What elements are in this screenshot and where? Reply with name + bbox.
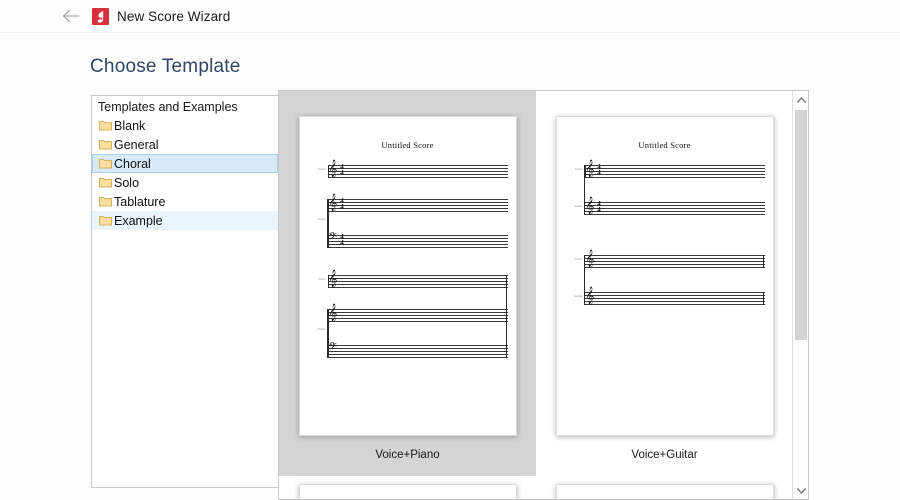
piano-brace <box>326 309 329 358</box>
tree-item-general[interactable]: General <box>92 135 278 154</box>
score-page: Untitled Score 𝄞 44 Voice 𝄞 4 4 Guitar 𝄞… <box>555 116 774 436</box>
staff-piano-bass: 𝄢 44 <box>327 231 508 248</box>
treble-clef-icon: 𝄞 <box>585 249 595 267</box>
folder-icon <box>99 215 112 226</box>
score-title: Untitled Score <box>638 140 691 150</box>
system-start-barline <box>583 165 585 215</box>
score-system: 𝄞 44 Voice 𝄞 44 Piano 𝄢 4 4 <box>300 161 516 255</box>
treble-clef-icon: 𝄞 <box>328 269 338 287</box>
folder-icon <box>99 158 112 169</box>
tree-header: Templates and Examples <box>98 100 238 114</box>
musescore-logo-icon <box>92 7 109 25</box>
staff-guitar: 𝄞 44 Guitar <box>574 198 765 215</box>
score-thumbnail: Untitled Score 𝄞 44 Voice 𝄞 4 4 Guitar 𝄞… <box>555 116 774 436</box>
treble-clef-icon: 𝄞 <box>585 196 595 214</box>
treble-clef-icon: 𝄞 <box>328 159 338 177</box>
score-page <box>298 484 517 499</box>
tree-item-label: Tablature <box>114 194 166 209</box>
chevron-down-icon[interactable] <box>793 482 808 499</box>
staff-piano-treble: 𝄞 Piano <box>318 305 508 331</box>
instrument-label: Piano <box>317 217 326 221</box>
tree-item-blank[interactable]: Blank <box>92 116 278 135</box>
score-system: 𝄞 44 Voice 𝄞 44 Guitar <box>557 161 773 220</box>
tree-item-choral[interactable]: Choral <box>92 154 278 173</box>
chevron-up-icon[interactable] <box>793 91 808 108</box>
score-title: Untitled Score <box>381 140 434 150</box>
bass-clef-icon: 𝄢 <box>328 341 337 356</box>
instrument-label: Voice <box>317 167 326 171</box>
tree-item-example[interactable]: Example <box>92 211 278 230</box>
back-arrow-icon[interactable] <box>60 5 82 27</box>
tree-item-tablature[interactable]: Tablature <box>92 192 278 211</box>
tree-item-label: General <box>114 137 159 152</box>
treble-clef-icon: 𝄞 <box>585 286 595 304</box>
time-signature: 44 <box>340 163 344 177</box>
system-end-barline <box>505 275 507 358</box>
template-tile-caption: Voice+Piano <box>375 449 440 461</box>
instrument-label: Voice <box>317 277 326 281</box>
score-system: 𝄞 Voice 𝄞 Guitar <box>557 251 773 310</box>
treble-clef-icon: 𝄞 <box>328 193 338 211</box>
staff-guitar: 𝄞 Guitar <box>574 288 765 305</box>
staff-piano-treble: 𝄞 44 Piano <box>318 195 508 221</box>
time-signature: 44 <box>597 163 601 177</box>
score-thumbnail: Untitled Score 𝄞 44 Voice 𝄞 4 4 Piano 𝄢 … <box>298 116 517 436</box>
instrument-label: Piano <box>317 327 326 331</box>
folder-icon <box>99 177 112 188</box>
template-grid: Untitled Score 𝄞 44 Voice 𝄞 4 4 Piano 𝄢 … <box>279 91 793 499</box>
score-page: Untitled Score 𝄞 44 Voice 𝄞 4 4 Piano 𝄢 … <box>298 116 517 436</box>
staff-voice: 𝄞 44 Voice <box>318 161 508 178</box>
instrument-label: Voice <box>574 257 583 261</box>
page-title: Choose Template <box>90 56 241 77</box>
template-tile-next-row[interactable] <box>279 484 536 499</box>
treble-clef-icon: 𝄞 <box>328 303 338 321</box>
system-start-barline <box>583 255 585 305</box>
tree-item-label: Example <box>114 213 163 228</box>
score-page <box>555 484 774 499</box>
instrument-label: Guitar <box>573 294 583 298</box>
template-gallery-panel[interactable]: Untitled Score 𝄞 44 Voice 𝄞 4 4 Piano 𝄢 … <box>278 90 809 500</box>
title-bar: New Score Wizard <box>0 0 900 33</box>
vertical-scrollbar[interactable] <box>792 91 808 499</box>
time-signature: 44 <box>340 197 344 211</box>
staff-piano-bass: 𝄢 <box>327 341 508 358</box>
time-signature: 44 <box>340 233 344 247</box>
tree-item-solo[interactable]: Solo <box>92 173 278 192</box>
template-tile-next-row[interactable] <box>536 484 793 499</box>
tree-item-label: Blank <box>114 118 146 133</box>
template-tile-voice-piano[interactable]: Untitled Score 𝄞 44 Voice 𝄞 4 4 Piano 𝄢 … <box>279 91 536 476</box>
folder-icon <box>99 139 112 150</box>
time-signature: 44 <box>597 200 601 214</box>
staff-voice: 𝄞 44 Voice <box>575 161 765 178</box>
score-system: 𝄞 Voice 𝄞 Piano 𝄢 <box>300 271 516 365</box>
treble-clef-icon: 𝄞 <box>585 159 595 177</box>
score-thumbnail <box>555 484 774 499</box>
bass-clef-icon: 𝄢 <box>328 231 337 246</box>
folder-icon <box>99 120 112 131</box>
tree-item-label: Choral <box>114 156 151 171</box>
piano-brace <box>326 199 329 248</box>
scrollbar-thumb[interactable] <box>795 110 807 340</box>
template-category-tree[interactable]: Templates and Examples Blank General Cho… <box>91 95 278 488</box>
instrument-label: Guitar <box>573 204 583 208</box>
score-thumbnail <box>298 484 517 499</box>
final-barline <box>762 255 765 268</box>
template-tile-caption: Voice+Guitar <box>631 449 698 461</box>
folder-icon <box>99 196 112 207</box>
staff-voice: 𝄞 Voice <box>318 271 508 288</box>
staff-voice: 𝄞 Voice <box>575 251 765 268</box>
template-tile-voice-guitar[interactable]: Untitled Score 𝄞 44 Voice 𝄞 4 4 Guitar 𝄞… <box>536 91 793 476</box>
tree-item-label: Solo <box>114 175 140 190</box>
instrument-label: Voice <box>574 167 583 171</box>
window-title: New Score Wizard <box>117 8 231 24</box>
final-barline <box>762 292 765 305</box>
